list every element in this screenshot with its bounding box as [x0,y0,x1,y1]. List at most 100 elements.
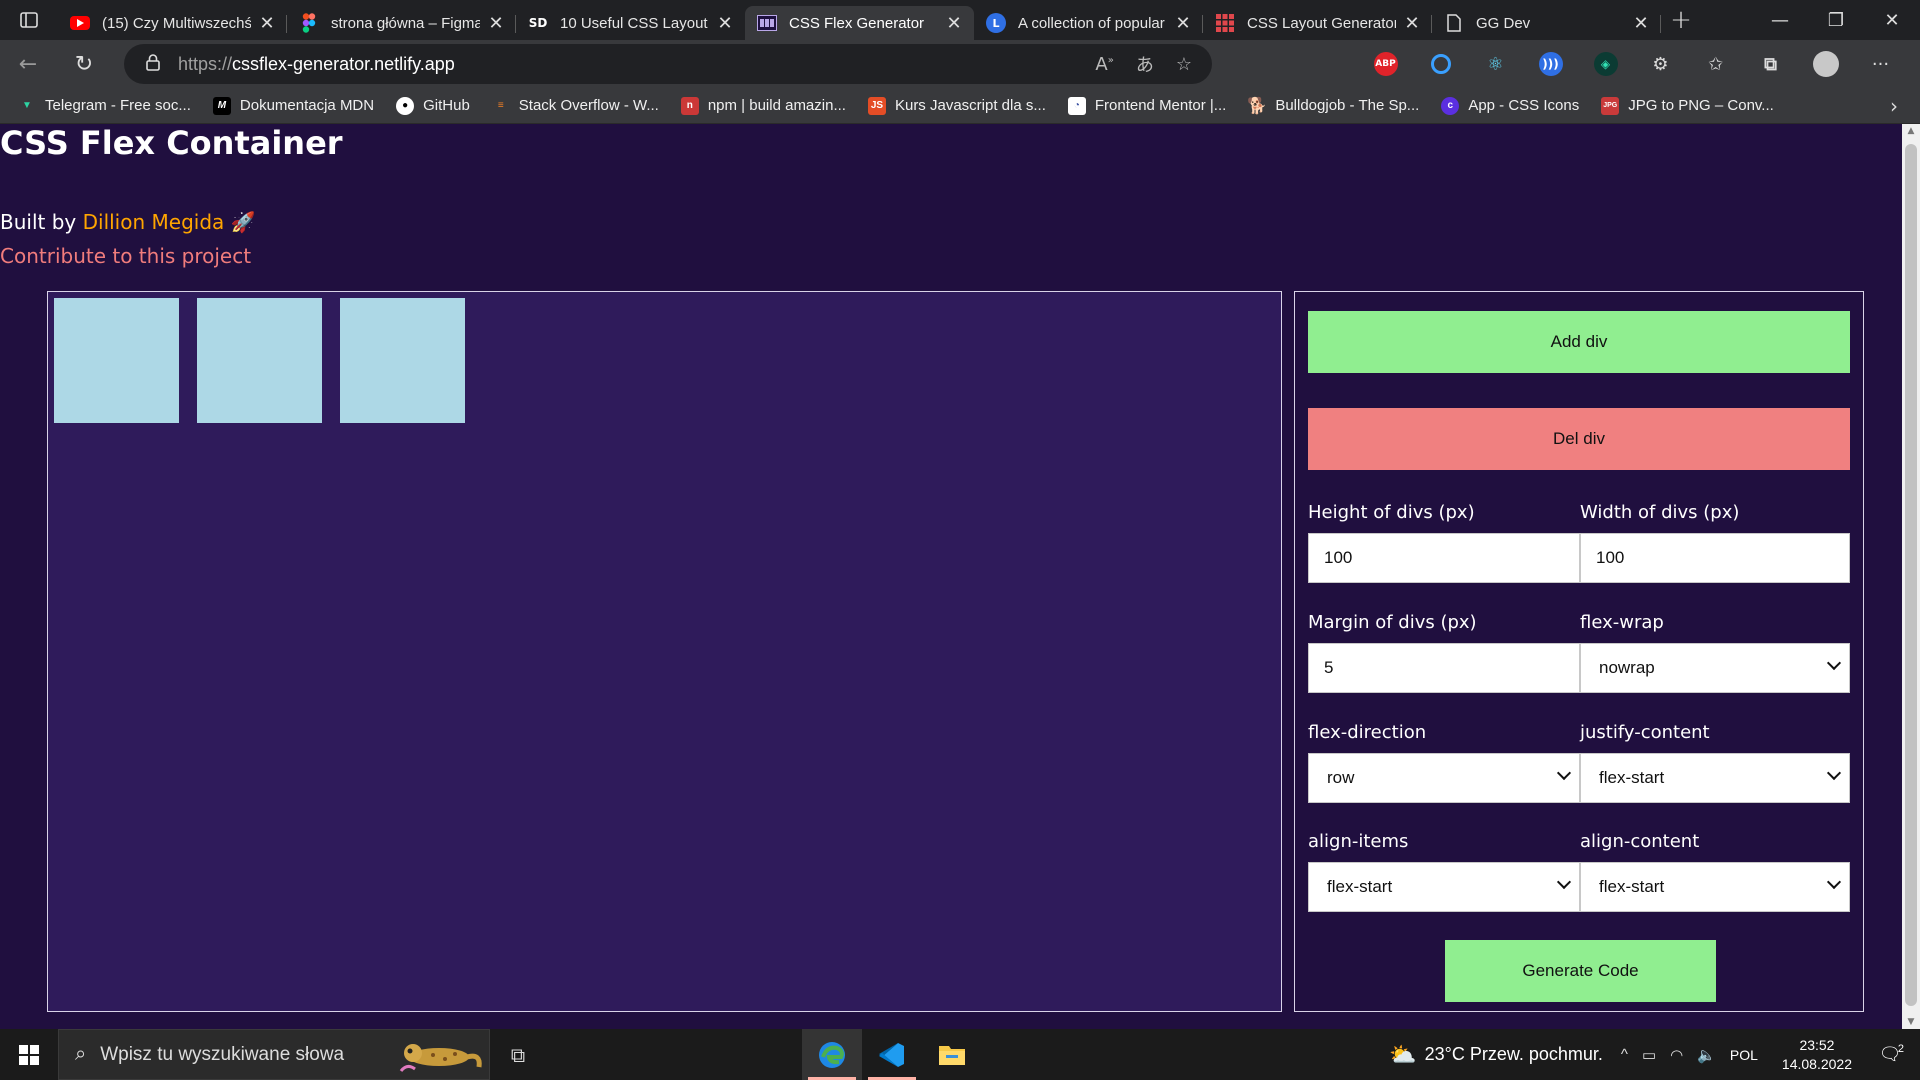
code-icon: ◈ [1593,52,1618,76]
taskbar-file-explorer[interactable] [922,1029,982,1080]
width-label: Width of divs (px) [1580,502,1740,523]
close-tab-icon[interactable]: ✕ [486,13,506,34]
tab-css-flex-generator[interactable]: CSS Flex Generator ✕ [745,6,974,40]
l-logo-icon: L [986,13,1006,33]
reload-icon: ↻ [74,51,94,77]
volume-icon[interactable]: 🔈 [1697,1046,1716,1064]
bookmark-npm[interactable]: n npm | build amazin... [680,96,846,115]
bookmark-github[interactable]: ● GitHub [396,96,470,115]
tab-figma[interactable]: strona główna – Figma ✕ [287,6,516,40]
more-menu-button[interactable]: ··· [1853,54,1908,75]
translate-icon[interactable]: あ [1136,51,1154,77]
contribute-link[interactable]: Contribute to this project [0,244,1902,268]
adblock-extension[interactable]: ABP [1358,52,1413,76]
react-devtools-icon: ⚛ [1487,53,1504,75]
bookmark-css-icons[interactable]: c App - CSS Icons [1441,96,1579,115]
sync-icon [1430,54,1451,74]
page-content: CSS Flex Container Built by Dillion Megi… [0,124,1902,1029]
bookmark-bulldogjob[interactable]: 🐕 Bulldogjob - The Sp... [1247,96,1419,115]
chevron-up-icon[interactable]: ^ [1621,1046,1628,1063]
close-tab-icon[interactable]: ✕ [944,13,964,34]
npm-icon: n [680,96,699,115]
url-protocol: https:// [178,53,233,74]
tab-css-layout-generator[interactable]: CSS Layout Generator ✕ [1203,6,1432,40]
react-devtools-extension[interactable]: ⚛ [1468,52,1523,76]
height-label: Height of divs (px) [1308,502,1475,523]
profile-button[interactable] [1798,51,1853,77]
justify-content-select[interactable]: flex-start [1580,753,1850,803]
language-indicator[interactable]: POL [1730,1047,1758,1063]
tab-actions-button[interactable] [0,0,58,40]
close-tab-icon[interactable]: ✕ [1631,13,1651,34]
notifications-button[interactable]: 🗨 2 [1870,1043,1910,1065]
bookmark-js-course[interactable]: JS Kurs Javascript dla s... [867,96,1046,115]
bookmark-stackoverflow[interactable]: ≡ Stack Overflow - W... [492,97,659,115]
reload-button[interactable]: ↻ [56,40,112,88]
code-extension[interactable]: ◈ [1578,52,1633,76]
flex-direction-select[interactable]: row [1308,753,1580,803]
start-button[interactable] [0,1029,58,1080]
close-tab-icon[interactable]: ✕ [257,13,277,34]
align-items-select[interactable]: flex-start [1308,862,1580,912]
tab-youtube[interactable]: (15) Czy Multiwszechświat ✕ [58,6,287,40]
height-input[interactable]: 100 [1308,533,1580,583]
figma-icon [299,13,319,33]
width-input[interactable]: 100 [1580,533,1850,583]
flex-item [197,298,322,423]
close-tab-icon[interactable]: ✕ [715,13,735,34]
tab-title: CSS Flex Generator [789,14,925,32]
read-aloud-icon[interactable]: A» [1095,54,1113,75]
favorite-star-icon[interactable]: ☆ [1176,54,1192,75]
folder-icon [939,1045,965,1065]
lock-icon [146,53,160,75]
generate-code-button[interactable]: Generate Code [1445,940,1716,1002]
flex-wrap-select[interactable]: nowrap [1580,643,1850,693]
sync-extension[interactable] [1413,54,1468,74]
align-content-select[interactable]: flex-start [1580,862,1850,912]
add-div-button[interactable]: Add div [1308,311,1850,373]
bookmark-mdn[interactable]: M Dokumentacja MDN [212,96,374,115]
collections-button[interactable]: ⧉ [1743,52,1798,76]
close-window-button[interactable]: ✕ [1864,0,1920,40]
author-link[interactable]: Dillion Megida [83,210,225,234]
margin-input[interactable]: 5 [1308,643,1580,693]
bookmark-telegram[interactable]: ▼ Telegram - Free soc... [18,97,191,115]
wifi-icon[interactable]: ◠ [1670,1046,1683,1064]
avatar [1812,51,1839,77]
extensions-button[interactable]: ⚙ [1633,52,1688,76]
new-tab-button[interactable]: + [1661,0,1701,40]
collections-icon: ⧉ [1764,53,1777,75]
taskbar-search[interactable]: ⌕ Wpisz tu wyszukiwane słowa [58,1029,490,1080]
minimize-button[interactable]: — [1752,0,1808,40]
weather-widget[interactable]: ⛅ 23°C Przew. pochmur. [1389,1042,1603,1068]
restore-button[interactable]: ❐ [1808,0,1864,40]
tab-collection[interactable]: L A collection of popular ✕ [974,6,1203,40]
favorites-button[interactable]: ✩ [1688,52,1743,76]
tab-gg-dev[interactable]: GG Dev ✕ [1432,6,1661,40]
sound-extension[interactable]: ))) [1523,52,1578,76]
flex-item [54,298,179,423]
tab-css-layouts[interactable]: SD 10 Useful CSS Layout ✕ [516,6,745,40]
chevron-right-icon[interactable]: › [1890,94,1898,118]
bookmark-jpg-to-png[interactable]: JPG JPG to PNG – Conv... [1601,96,1774,115]
taskbar-edge[interactable] [802,1029,862,1080]
weather-cloud-icon: ⛅ [1389,1041,1417,1067]
scroll-down-icon[interactable]: ▼ [1902,1017,1920,1027]
back-button[interactable]: ← [0,40,56,88]
close-tab-icon[interactable]: ✕ [1402,13,1422,34]
chevron-down-icon [1556,765,1572,781]
page-scrollbar[interactable]: ▲ ▼ [1902,124,1920,1029]
js-icon: JS [867,96,886,115]
bookmark-frontend-mentor[interactable]: ◔ Frontend Mentor |... [1067,96,1226,115]
taskbar-vscode[interactable] [862,1029,922,1080]
clock[interactable]: 23:52 14.08.2022 [1782,1036,1852,1074]
del-div-button[interactable]: Del div [1308,408,1850,470]
close-tab-icon[interactable]: ✕ [1173,13,1193,34]
url-field[interactable]: https://cssflex-generator.netlify.app A»… [124,44,1212,84]
scrollbar-thumb[interactable] [1905,144,1917,1006]
task-view-button[interactable]: ⧉ [490,1043,546,1067]
battery-icon[interactable]: ▭ [1642,1046,1656,1064]
youtube-icon [70,16,90,30]
scroll-up-icon[interactable]: ▲ [1902,126,1920,136]
jpg-png-icon: JPG [1601,96,1620,115]
